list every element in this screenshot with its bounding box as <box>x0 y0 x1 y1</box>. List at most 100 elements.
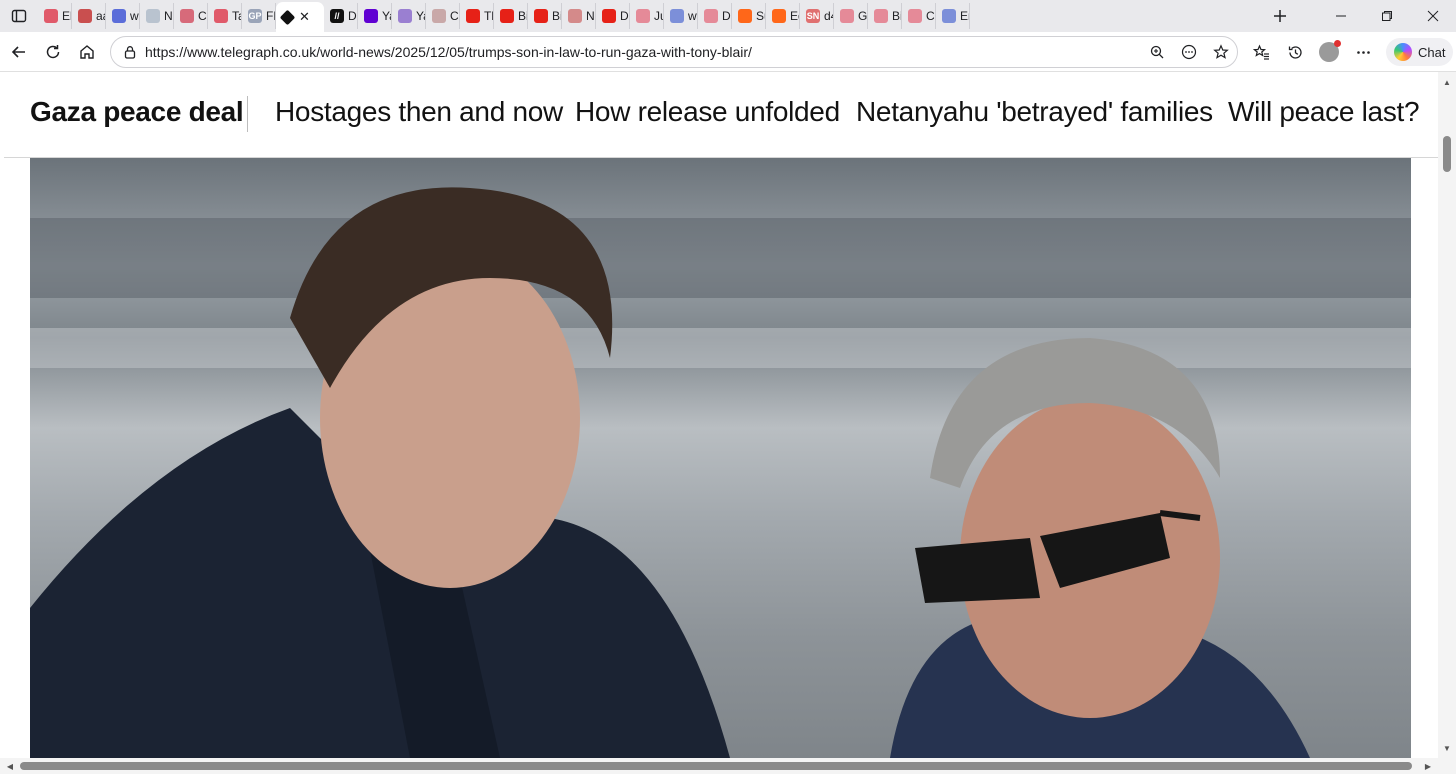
browser-tab[interactable]: wv <box>664 3 698 29</box>
back-button[interactable] <box>2 35 36 69</box>
browser-tab[interactable]: Elt <box>38 3 72 29</box>
search-icon <box>112 9 126 23</box>
browser-tab[interactable]: aa <box>72 3 106 29</box>
wave-icon <box>432 9 446 23</box>
scroll-right-arrow-icon[interactable]: ▶ <box>1420 758 1436 774</box>
browser-tab[interactable]: Ni <box>562 3 596 29</box>
tab-title: Su <box>756 9 765 23</box>
topic-link-hostages[interactable]: Hostages then and now <box>275 96 563 128</box>
scroll-up-arrow-icon[interactable]: ▲ <box>1438 74 1456 90</box>
browser-tab[interactable]: Ca <box>902 3 936 29</box>
search-icon <box>942 9 956 23</box>
tab-actions-button[interactable] <box>0 0 38 32</box>
topic-link-release[interactable]: How release unfolded <box>575 96 840 128</box>
arrow-left-icon <box>11 45 25 58</box>
feather-icon <box>78 9 92 23</box>
tab-title: Ed <box>790 9 799 23</box>
tab-title: Bil <box>518 9 527 23</box>
tab-title: De <box>722 9 731 23</box>
browser-tab[interactable]: Ya <box>392 3 426 29</box>
browser-tab[interactable]: Bil <box>528 3 562 29</box>
topic-title[interactable]: Gaza peace deal <box>30 96 244 128</box>
youtube-icon <box>44 9 58 23</box>
page-viewport: Gaza peace deal Hostages then and now Ho… <box>4 72 1438 758</box>
zoom-button[interactable] <box>1141 44 1173 60</box>
youtube-icon <box>466 9 480 23</box>
site-info-button[interactable] <box>115 45 145 59</box>
youtube-icon <box>636 9 650 23</box>
home-button[interactable] <box>70 35 104 69</box>
browser-tab[interactable]: GP FL <box>242 3 276 29</box>
leaf-icon <box>568 9 582 23</box>
address-bar[interactable]: https://www.telegraph.co.uk/world-news/2… <box>110 36 1238 68</box>
browser-tab[interactable]: Ni <box>140 3 174 29</box>
browser-tab[interactable]: Jus <box>630 3 664 29</box>
tab-title: Ya <box>416 9 425 23</box>
tab-actions-icon <box>11 9 27 23</box>
browser-tab[interactable]: Ya <box>358 3 392 29</box>
copilot-chat-button[interactable]: Chat <box>1386 38 1454 66</box>
topic-link-netanyahu[interactable]: Netanyahu 'betrayed' families <box>856 96 1213 128</box>
more-page-actions-button[interactable] <box>1173 44 1205 60</box>
browser-tab[interactable]: Bil <box>868 3 902 29</box>
browser-tab[interactable]: we <box>106 3 140 29</box>
chat-label: Chat <box>1418 44 1446 60</box>
tab-title: Bil <box>552 9 561 23</box>
refresh-icon <box>46 44 60 58</box>
browser-tab[interactable]: SN d4 <box>800 3 834 29</box>
restore-button[interactable] <box>1364 0 1410 32</box>
youtube-icon <box>874 9 888 23</box>
scroll-left-arrow-icon[interactable]: ◀ <box>2 758 18 774</box>
browser-tab[interactable]: Ed <box>766 3 800 29</box>
vertical-scroll-thumb[interactable] <box>1443 136 1451 172</box>
browser-tab[interactable]: Dr <box>596 3 630 29</box>
profile-button[interactable] <box>1312 35 1346 69</box>
browser-tab[interactable]: Gu <box>834 3 868 29</box>
window-controls <box>1318 0 1456 32</box>
toolbar-right: Chat <box>1244 35 1454 69</box>
close-window-button[interactable] <box>1410 0 1456 32</box>
quill-icon <box>398 9 412 23</box>
pin-icon <box>180 9 194 23</box>
topic-link-peace[interactable]: Will peace last? <box>1228 96 1420 128</box>
browser-tab[interactable]: Cr <box>426 3 460 29</box>
browser-tab[interactable]: Th <box>460 3 494 29</box>
substack-icon <box>738 9 752 23</box>
vertical-scrollbar[interactable]: ▲ ▼ <box>1438 72 1456 758</box>
tab-title: d4 <box>824 9 833 23</box>
youtube-icon <box>908 9 922 23</box>
history-button[interactable] <box>1278 35 1312 69</box>
horizontal-scrollbar[interactable]: ◀ ▶ <box>0 758 1456 774</box>
tab-title: DF <box>348 9 357 23</box>
url-text[interactable]: https://www.telegraph.co.uk/world-news/2… <box>145 44 1141 60</box>
browser-tab[interactable]: Ca <box>174 3 208 29</box>
scroll-down-arrow-icon[interactable]: ▼ <box>1438 740 1456 756</box>
hero-image <box>30 158 1411 758</box>
settings-menu-button[interactable] <box>1346 35 1380 69</box>
tab-title: Ni <box>586 9 595 23</box>
refresh-button[interactable] <box>36 35 70 69</box>
browser-tab[interactable]: // DF <box>324 3 358 29</box>
browser-tab[interactable]: Ero <box>936 3 970 29</box>
favorites-button[interactable] <box>1244 35 1278 69</box>
add-favorite-button[interactable] <box>1205 44 1237 60</box>
browser-tab[interactable]: Su <box>732 3 766 29</box>
tab-title: Ca <box>198 9 207 23</box>
close-tab-icon[interactable]: ✕ <box>299 9 310 25</box>
history-icon <box>1288 45 1302 59</box>
topic-navigation: Gaza peace deal Hostages then and now Ho… <box>4 72 1438 158</box>
tab-title: Gu <box>858 9 868 23</box>
horizontal-scroll-thumb[interactable] <box>20 762 1412 770</box>
browser-tab[interactable]: De <box>698 3 732 29</box>
plus-icon <box>1274 10 1286 22</box>
minimize-button[interactable] <box>1318 0 1364 32</box>
browser-tab[interactable]: ✕ <box>276 2 324 32</box>
browser-tab[interactable]: Tal <box>208 3 242 29</box>
browser-tab[interactable]: Bil <box>494 3 528 29</box>
youtube-icon <box>534 9 548 23</box>
youtube-icon <box>602 9 616 23</box>
yahoo-icon <box>364 9 378 23</box>
avatar <box>1319 40 1341 62</box>
youtube-icon <box>840 9 854 23</box>
new-tab-button[interactable] <box>1266 2 1294 30</box>
